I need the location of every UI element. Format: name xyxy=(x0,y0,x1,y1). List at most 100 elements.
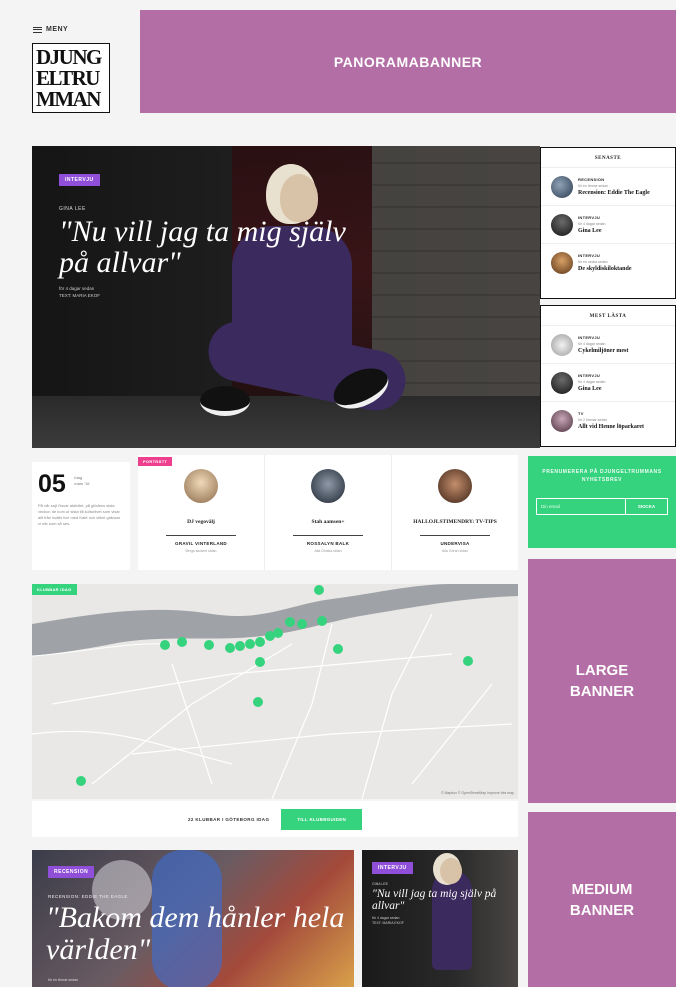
item-category: INTERVJU xyxy=(578,253,601,258)
card-name: Stah aamsen+ xyxy=(311,518,345,525)
logo-line: MMAN xyxy=(36,87,101,111)
article-small[interactable]: INTERVJU GINA LEE "Nu vill jag ta mig sj… xyxy=(362,850,518,987)
divider xyxy=(293,535,363,536)
item-time: för 4 dagar sedan xyxy=(578,222,606,226)
large-banner-label: BANNER xyxy=(569,683,635,700)
menu-label: MENY xyxy=(46,26,69,33)
item-time: för 2 timmar sedan xyxy=(578,418,608,422)
newsletter-box: PRENUMERERA PÅ DJUNGELTRUMMANS NYHETSBRE… xyxy=(528,456,676,548)
profile-card[interactable]: HALLOJLSTIMENDRY: TV-TIPS UNDERVISA Alla… xyxy=(391,455,518,570)
article-headline[interactable]: "Nu vill jag ta mig själv på allvar" xyxy=(372,888,512,912)
medium-banner-label: MEDIUM xyxy=(571,880,633,898)
article-byline: för en timme sedan xyxy=(48,978,78,982)
item-category: INTERVJU xyxy=(578,373,601,378)
newsletter-form: SKICKA xyxy=(536,498,668,515)
avatar xyxy=(551,371,573,394)
hero-category-tag[interactable]: INTERVJU xyxy=(59,174,100,186)
map-canvas xyxy=(32,584,518,799)
portrait-tag[interactable]: PORTRÄTT xyxy=(138,457,173,466)
club-map[interactable]: KLUBBAR IDAG © Mapbox © OpenStreetMap Im… xyxy=(32,584,518,799)
latest-item[interactable]: RECENSION för en timme sedan Recension: … xyxy=(541,167,675,205)
item-category: RECENSION xyxy=(578,177,605,182)
latest-item[interactable]: INTERVJU för 4 dagar sedan Gina Lee xyxy=(541,205,675,243)
article-headline[interactable]: "Bakom dem hånler hela världen" xyxy=(46,902,346,966)
panorama-banner[interactable]: PANORAMABANNER xyxy=(140,10,676,113)
hero-date: för 4 dagar sedan xyxy=(59,286,95,291)
article-category-tag[interactable]: RECENSION xyxy=(48,866,95,878)
hero-kicker: GINA LEE xyxy=(59,206,86,212)
hero-article[interactable]: INTERVJU GINA LEE "Nu vill jag ta mig sj… xyxy=(32,146,540,448)
item-category: TV xyxy=(578,411,584,416)
article-category-tag[interactable]: INTERVJU xyxy=(372,862,413,874)
most-read-panel: MEST LÄSTA INTERVJU för 4 dagar sedan Cy… xyxy=(540,305,676,447)
panorama-banner-label: PANORAMABANNER xyxy=(333,53,483,70)
menu-button[interactable]: MENY xyxy=(33,26,68,33)
avatar xyxy=(551,213,573,236)
newsletter-title: PRENUMERERA PÅ DJUNGELTRUMMANS NYHETSBRE… xyxy=(542,469,662,483)
large-banner[interactable]: LARGE BANNER xyxy=(528,559,676,803)
item-headline: Cykelmiljöner mest xyxy=(578,348,629,354)
hamburger-icon xyxy=(33,26,42,33)
site-logo[interactable]: DJUNG ELTRU MMAN xyxy=(32,43,110,113)
avatar xyxy=(184,469,218,503)
item-headline: De skyldiskiloktande xyxy=(578,266,632,272)
card-role: GRAVIL VINTERLAND xyxy=(175,541,227,546)
hero-byline: för 4 dagar sedan TEXT: MARIA EKOF xyxy=(59,285,100,299)
divider xyxy=(420,535,490,536)
hero-author: TEXT: MARIA EKOF xyxy=(59,293,101,298)
article-kicker: RECENSION: EDDIE THE EAGLE xyxy=(48,894,128,899)
item-time: för 4 dagar sedan xyxy=(578,380,606,384)
profile-card[interactable]: Stah aamsen+ ROSSALYN BALK Alla Ghiska s… xyxy=(264,455,391,570)
item-category: INTERVJU xyxy=(578,335,601,340)
most-read-item[interactable]: TV för 2 timmar sedan Allt vid Henne löp… xyxy=(541,401,675,439)
newsletter-email-input[interactable] xyxy=(536,498,626,515)
profile-card[interactable]: DJ vegovälj GRAVIL VINTERLAND Bergs stud… xyxy=(138,455,264,570)
medium-banner[interactable]: MEDIUM BANNER xyxy=(528,812,676,987)
club-guide-button[interactable]: TILL KLUBBGUIDEN xyxy=(281,808,363,830)
divider xyxy=(166,535,236,536)
item-time: för en timme sedan xyxy=(578,184,608,188)
item-headline: Gina Lee xyxy=(578,386,602,392)
article-byline: för 4 dagar sedan TEXT: MARIA EKOF xyxy=(372,916,404,926)
card-role: UNDERVISA xyxy=(440,541,470,546)
clubs-count-text: 22 KLUBBAR I GÖTEBORG IDAG xyxy=(187,816,270,822)
map-credit[interactable]: © Mapbox © OpenStreetMap Improve this ma… xyxy=(441,791,514,795)
avatar xyxy=(551,175,573,198)
item-headline: Allt vid Henne löparkaret xyxy=(578,424,645,430)
article-large[interactable]: RECENSION RECENSION: EDDIE THE EAGLE "Ba… xyxy=(32,850,354,987)
avatar xyxy=(311,469,345,503)
card-name: HALLOJLSTIMENDRY: TV-TIPS xyxy=(413,518,497,525)
date-day: 05 xyxy=(38,470,66,498)
article-kicker: GINA LEE xyxy=(372,882,388,886)
most-read-item[interactable]: INTERVJU för 4 dagar sedan Gina Lee xyxy=(541,363,675,401)
date-month: mars '16 xyxy=(74,481,90,486)
most-read-title: MEST LÄSTA xyxy=(589,314,627,319)
item-time: för 4 dagar sedan xyxy=(578,342,606,346)
item-headline: Recension: Eddie The Eagle xyxy=(578,190,650,196)
article-image-person xyxy=(440,858,462,884)
item-category: INTERVJU xyxy=(578,215,601,220)
most-read-item[interactable]: INTERVJU för 4 dagar sedan Cykelmiljöner… xyxy=(541,325,675,363)
card-name: DJ vegovälj xyxy=(187,518,215,525)
hero-image-shoe xyxy=(200,386,250,416)
card-sub: Alla Göran sidan xyxy=(442,549,468,553)
profile-cards: DJ vegovälj GRAVIL VINTERLAND Bergs stud… xyxy=(138,455,518,570)
date-box: 05 Idag mars '16 På vår sajt Oscar aktiv… xyxy=(32,462,130,570)
medium-banner-label: BANNER xyxy=(569,901,635,919)
map-tag[interactable]: KLUBBAR IDAG xyxy=(32,584,77,595)
avatar xyxy=(551,409,573,432)
article-author: TEXT: MARIA EKOF xyxy=(372,921,404,925)
card-role: ROSSALYN BALK xyxy=(306,541,350,546)
avatar xyxy=(438,469,472,503)
clubs-bar: 22 KLUBBAR I GÖTEBORG IDAG TILL KLUBBGUI… xyxy=(32,801,518,837)
logo-line: ELTRU xyxy=(36,66,100,90)
card-sub: Bergs student sidan xyxy=(185,549,217,553)
date-description: På vår sajt Oscar aktivitet, på glödens … xyxy=(38,503,121,526)
latest-title: SENASTE xyxy=(594,156,622,161)
newsletter-submit-button[interactable]: SKICKA xyxy=(626,498,668,515)
hero-headline[interactable]: "Nu vill jag ta mig själv på allvar" xyxy=(59,216,359,278)
item-time: för en vecka sedan xyxy=(578,260,608,264)
latest-panel: SENASTE RECENSION för en timme sedan Rec… xyxy=(540,147,676,299)
latest-item[interactable]: INTERVJU för en vecka sedan De skyldiski… xyxy=(541,243,675,281)
article-image-person xyxy=(432,870,472,970)
